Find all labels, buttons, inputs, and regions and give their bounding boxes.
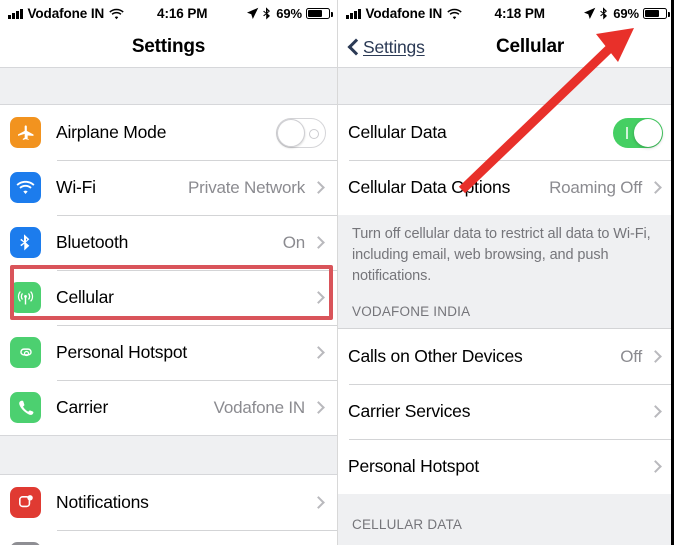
list-bottom-fill — [338, 541, 674, 545]
row-cellular-data[interactable]: Cellular Data — [338, 105, 674, 160]
clock-label: 4:16 PM — [157, 6, 208, 21]
back-button[interactable]: Settings — [348, 27, 425, 67]
section-header-cellular-data: CELLULAR DATA — [338, 494, 674, 541]
battery-percent-label: 69% — [276, 6, 302, 21]
dual-screenshot-comparison: Vodafone IN 4:16 PM 69% Settings Airplan… — [0, 0, 674, 545]
sidebar-item-carrier[interactable]: Carrier Vodafone IN — [0, 380, 337, 435]
sidebar-item-control-center[interactable]: Control Center — [0, 530, 337, 545]
carrier-label: Vodafone IN — [365, 6, 443, 21]
sidebar-item-label: Carrier — [56, 397, 109, 417]
chevron-right-icon — [649, 405, 662, 418]
airplane-mode-toggle[interactable] — [276, 117, 326, 148]
row-label: Calls on Other Devices — [348, 346, 523, 366]
settings-group-system: Notifications Control Center — [0, 475, 337, 545]
sidebar-item-wifi[interactable]: Wi-Fi Private Network — [0, 160, 337, 215]
chevron-right-icon — [312, 291, 325, 304]
chevron-right-icon — [312, 401, 325, 414]
right-phone-screen: Vodafone IN 4:18 PM 69% Settings Cellula… — [337, 0, 674, 545]
wifi-icon — [447, 8, 462, 19]
personal-hotspot-icon — [10, 337, 41, 368]
chevron-right-icon — [312, 181, 325, 194]
signal-bars-icon — [346, 8, 361, 19]
cellular-antenna-icon — [10, 282, 41, 313]
airplane-icon — [10, 117, 41, 148]
sidebar-item-airplane-mode[interactable]: Airplane Mode — [0, 105, 337, 160]
chevron-right-icon — [649, 181, 662, 194]
chevron-right-icon — [312, 236, 325, 249]
battery-icon — [643, 8, 670, 19]
section-header-carrier: VODAFONE INDIA — [338, 287, 674, 329]
status-bar: Vodafone IN 4:16 PM 69% — [0, 0, 337, 27]
bluetooth-icon — [263, 7, 271, 20]
left-phone-screen: Vodafone IN 4:16 PM 69% Settings Airplan… — [0, 0, 337, 545]
cellular-data-toggle[interactable] — [613, 117, 663, 148]
row-label: Cellular Data Options — [348, 177, 511, 197]
sidebar-item-value: On — [282, 232, 305, 252]
page-title: Cellular — [495, 36, 565, 57]
sidebar-item-label: Airplane Mode — [56, 122, 167, 142]
list-group-separator — [0, 435, 337, 475]
nav-bar: Settings — [0, 27, 337, 67]
list-top-spacer — [0, 67, 337, 105]
sidebar-item-label: Notifications — [56, 492, 149, 512]
sidebar-item-cellular[interactable]: Cellular — [0, 270, 337, 325]
sidebar-item-value: Private Network — [188, 177, 305, 197]
toggle-on-bar-icon — [626, 126, 628, 139]
location-arrow-icon — [247, 7, 259, 19]
battery-icon — [306, 8, 333, 19]
wifi-icon — [109, 8, 124, 19]
list-top-spacer — [338, 67, 674, 105]
chevron-right-icon — [649, 460, 662, 473]
row-value: Off — [620, 346, 642, 366]
sidebar-item-label: Personal Hotspot — [56, 342, 188, 362]
chevron-left-icon — [348, 38, 359, 57]
cellular-data-description: Turn off cellular data to restrict all d… — [352, 226, 651, 284]
bluetooth-icon — [10, 227, 41, 258]
sidebar-item-label: Bluetooth — [56, 232, 129, 252]
chevron-right-icon — [312, 346, 325, 359]
cellular-data-description-block: Turn off cellular data to restrict all d… — [338, 215, 674, 287]
carrier-label: Vodafone IN — [27, 6, 105, 21]
back-button-label: Settings — [363, 36, 425, 57]
row-label: Personal Hotspot — [348, 456, 480, 476]
carrier-group: Calls on Other Devices Off Carrier Servi… — [338, 329, 674, 494]
row-cellular-data-options[interactable]: Cellular Data Options Roaming Off — [338, 160, 674, 215]
toggle-knob — [634, 118, 662, 147]
row-label: Cellular Data — [348, 122, 447, 142]
battery-percent-label: 69% — [613, 6, 639, 21]
toggle-knob — [277, 118, 305, 147]
row-label: Carrier Services — [348, 401, 471, 421]
clock-label: 4:18 PM — [494, 6, 545, 21]
page-title: Settings — [131, 36, 206, 57]
sidebar-item-notifications[interactable]: Notifications — [0, 475, 337, 530]
sidebar-item-label: Wi-Fi — [56, 177, 96, 197]
toggle-off-ring-icon — [309, 128, 319, 139]
chevron-right-icon — [312, 496, 325, 509]
row-carrier-services[interactable]: Carrier Services — [338, 384, 674, 439]
phone-icon — [10, 392, 41, 423]
chevron-right-icon — [649, 350, 662, 363]
cellular-data-group: Cellular Data Cellular Data Options Roam… — [338, 105, 674, 215]
row-calls-on-other-devices[interactable]: Calls on Other Devices Off — [338, 329, 674, 384]
status-bar: Vodafone IN 4:18 PM 69% — [338, 0, 674, 27]
sidebar-item-value: Vodafone IN — [213, 397, 306, 417]
sidebar-item-label: Cellular — [56, 287, 114, 307]
notifications-icon — [10, 487, 41, 518]
bluetooth-icon — [600, 7, 608, 20]
wifi-icon — [10, 172, 41, 203]
signal-bars-icon — [8, 8, 23, 19]
sidebar-item-personal-hotspot[interactable]: Personal Hotspot — [0, 325, 337, 380]
settings-group-connectivity: Airplane Mode Wi-Fi Private Network Blue… — [0, 105, 337, 435]
sidebar-item-bluetooth[interactable]: Bluetooth On — [0, 215, 337, 270]
row-value: Roaming Off — [549, 177, 642, 197]
location-arrow-icon — [584, 7, 596, 19]
row-personal-hotspot[interactable]: Personal Hotspot — [338, 439, 674, 494]
nav-bar: Settings Cellular — [338, 27, 674, 67]
